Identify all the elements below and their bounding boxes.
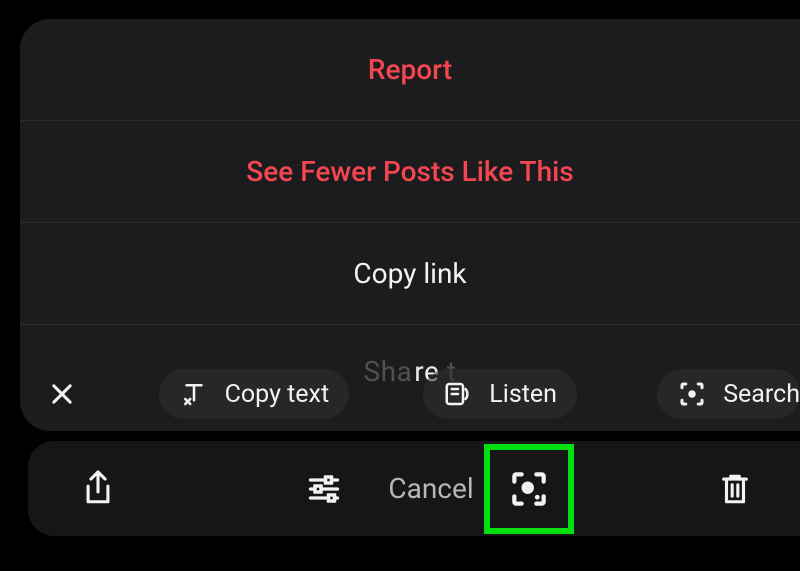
report-button[interactable]: Report: [20, 19, 800, 121]
adjust-button[interactable]: [264, 441, 384, 536]
see-fewer-button[interactable]: See Fewer Posts Like This: [20, 121, 800, 223]
copy-text-label: Copy text: [225, 380, 329, 409]
lens-icon: [507, 467, 551, 511]
listen-label: Listen: [489, 380, 557, 409]
close-icon: [48, 380, 76, 408]
smart-select-bar: Copy text Listen Search: [48, 365, 800, 423]
lens-icon: [677, 379, 707, 409]
share-button[interactable]: [28, 441, 168, 536]
see-fewer-label: See Fewer Posts Like This: [246, 155, 573, 188]
speaker-icon: [443, 379, 473, 409]
cancel-button[interactable]: Cancel: [384, 441, 481, 536]
sliders-icon: [306, 471, 342, 507]
search-label: Search: [723, 380, 800, 409]
close-button[interactable]: [48, 371, 76, 417]
listen-button[interactable]: Listen: [423, 369, 577, 419]
text-select-icon: [179, 379, 209, 409]
bottom-toolbar: Cancel: [28, 441, 800, 536]
delete-button[interactable]: [670, 441, 800, 536]
lens-button-highlighted[interactable]: [484, 444, 574, 534]
trash-icon: [718, 470, 752, 508]
cancel-label: Cancel: [388, 472, 473, 505]
share-icon: [81, 469, 115, 509]
report-label: Report: [368, 53, 452, 86]
copy-link-button[interactable]: Copy link: [20, 223, 800, 325]
copy-text-button[interactable]: Copy text: [159, 369, 349, 419]
copy-link-label: Copy link: [353, 257, 466, 290]
search-button[interactable]: Search: [657, 369, 800, 419]
